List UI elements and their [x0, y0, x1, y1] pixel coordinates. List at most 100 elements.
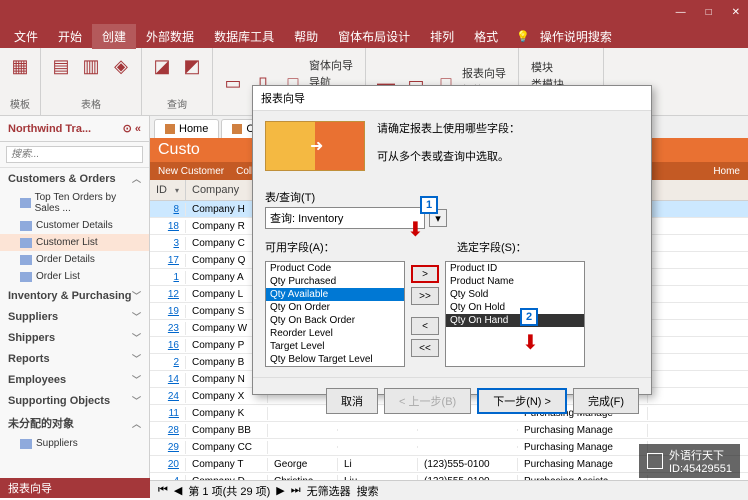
- ribbon-group-templates: 模板: [10, 96, 30, 113]
- table-query-select[interactable]: 查询: Inventory: [265, 207, 425, 229]
- menu-create[interactable]: 创建: [92, 24, 136, 49]
- menu-dbtools[interactable]: 数据库工具: [204, 24, 284, 49]
- col-id[interactable]: ID▾: [150, 180, 186, 200]
- record-prev-icon[interactable]: ◀: [174, 484, 182, 497]
- nav-item[interactable]: Order List: [0, 268, 149, 285]
- form-wizard-item[interactable]: 窗体向导: [309, 57, 353, 73]
- nav-section[interactable]: 未分配的对象︿: [0, 411, 149, 435]
- nav-section[interactable]: Suppliers﹀: [0, 306, 149, 327]
- menu-arrange[interactable]: 排列: [420, 24, 464, 49]
- record-next-icon[interactable]: ▶: [276, 484, 284, 497]
- query-design-icon[interactable]: ◩: [180, 54, 204, 78]
- nav-search-input[interactable]: [6, 146, 143, 163]
- form-icon: [232, 124, 242, 134]
- record-search[interactable]: 搜索: [357, 483, 379, 499]
- field-item[interactable]: Qty On Hand: [446, 314, 584, 327]
- tab-home[interactable]: Home: [154, 119, 219, 138]
- record-last-icon[interactable]: ⏭: [291, 484, 301, 497]
- nav-collapse-icon[interactable]: ⊙ «: [123, 122, 141, 135]
- nav-item[interactable]: Customer Details: [0, 217, 149, 234]
- watermark: 外语行天下 ID:45429551: [639, 444, 740, 478]
- menu-external[interactable]: 外部数据: [136, 24, 204, 49]
- nav-title: Northwind Tra...: [8, 123, 91, 135]
- annotation-arrow-2: ⬇: [522, 330, 539, 355]
- nav-item[interactable]: Suppliers: [0, 435, 149, 452]
- ribbon-group-queries: 查询: [167, 96, 187, 113]
- app-parts-icon[interactable]: ▦: [8, 54, 32, 78]
- new-customer-button[interactable]: New Customer: [158, 166, 224, 177]
- wizard-graphic: [265, 121, 365, 171]
- annotation-marker-1: 1: [420, 196, 438, 214]
- menu-file[interactable]: 文件: [4, 24, 48, 49]
- report-wizard-dialog: 报表向导 请确定报表上使用哪些字段： 可从多个表或查询中选取。 表/查询(T) …: [252, 85, 652, 395]
- form-icon[interactable]: ▭: [221, 72, 245, 96]
- field-item[interactable]: Qty On Back Order: [266, 314, 404, 327]
- menu-formdesign[interactable]: 窗体布局设计: [328, 24, 420, 49]
- nav-section[interactable]: Employees﹀: [0, 369, 149, 390]
- wizard-title: 报表向导: [253, 86, 651, 111]
- nav-section[interactable]: Supporting Objects﹀: [0, 390, 149, 411]
- minimize-button[interactable]: —: [676, 7, 686, 18]
- available-fields-label: 可用字段(A)：: [265, 239, 411, 255]
- tell-me-search[interactable]: 操作说明搜索: [530, 24, 622, 49]
- selected-fields-label: 选定字段(S)：: [457, 239, 527, 255]
- nav-section[interactable]: Reports﹀: [0, 348, 149, 369]
- nav-section[interactable]: Shippers﹀: [0, 327, 149, 348]
- finish-button[interactable]: 完成(F): [573, 388, 639, 414]
- nav-item[interactable]: Customer List: [0, 234, 149, 251]
- field-item[interactable]: Product Name: [446, 275, 584, 288]
- query-wizard-icon[interactable]: ◪: [150, 54, 174, 78]
- field-item[interactable]: Product Code: [266, 262, 404, 275]
- add-field-button[interactable]: >: [411, 265, 439, 283]
- field-item[interactable]: Qty Below Target Level: [266, 353, 404, 366]
- module-item[interactable]: 模块: [531, 59, 591, 75]
- back-button[interactable]: < 上一步(B): [384, 388, 471, 414]
- table-row[interactable]: 28Company BBPurchasing Manage: [150, 422, 748, 439]
- selected-fields-list[interactable]: Product IDProduct NameQty SoldQty On Hol…: [445, 261, 585, 367]
- field-item[interactable]: Product ID: [446, 262, 584, 275]
- field-item[interactable]: Qty Purchased: [266, 275, 404, 288]
- available-fields-list[interactable]: Product CodeQty PurchasedQty AvailableQt…: [265, 261, 405, 367]
- wizard-instruction-2: 可从多个表或查询中选取。: [377, 149, 639, 167]
- navigation-pane: Northwind Tra... ⊙ « Customers & Orders︿T…: [0, 116, 150, 478]
- menu-home[interactable]: 开始: [48, 24, 92, 49]
- field-item[interactable]: Qty Sold: [446, 288, 584, 301]
- no-filter-label: 无筛选器: [307, 483, 351, 499]
- field-item[interactable]: Qty On Order: [266, 301, 404, 314]
- next-button[interactable]: 下一步(N) >: [477, 388, 567, 414]
- ribbon-group-tables: 表格: [81, 96, 101, 113]
- form-title: Custo: [158, 141, 200, 159]
- nav-item[interactable]: Order Details: [0, 251, 149, 268]
- field-item[interactable]: Qty On Hold: [446, 301, 584, 314]
- remove-field-button[interactable]: <: [411, 317, 439, 335]
- menu-format[interactable]: 格式: [464, 24, 508, 49]
- add-all-button[interactable]: >>: [411, 287, 439, 305]
- wizard-instruction-1: 请确定报表上使用哪些字段：: [377, 121, 639, 139]
- table-icon[interactable]: ▤: [49, 54, 73, 78]
- menubar: 文件 开始 创建 外部数据 数据库工具 帮助 窗体布局设计 排列 格式 💡 操作…: [0, 24, 748, 48]
- maximize-button[interactable]: □: [706, 7, 712, 18]
- table-design-icon[interactable]: ▥: [79, 54, 103, 78]
- close-button[interactable]: ✕: [732, 7, 740, 18]
- field-item[interactable]: Target Level: [266, 340, 404, 353]
- report-wizard-item[interactable]: 报表向导: [462, 65, 506, 81]
- record-first-icon[interactable]: ⏮: [158, 484, 168, 497]
- table-query-label: 表/查询(T): [265, 189, 639, 205]
- watermark-icon: [647, 453, 663, 469]
- remove-all-button[interactable]: <<: [411, 339, 439, 357]
- nav-section[interactable]: Customers & Orders︿: [0, 168, 149, 189]
- status-text: 报表向导: [8, 480, 52, 496]
- cancel-button[interactable]: 取消: [326, 388, 378, 414]
- field-item[interactable]: Reorder Level: [266, 327, 404, 340]
- menu-help[interactable]: 帮助: [284, 24, 328, 49]
- nav-section[interactable]: Inventory & Purchasing﹀: [0, 285, 149, 306]
- nav-item[interactable]: Top Ten Orders by Sales ...: [0, 189, 149, 217]
- sharepoint-icon[interactable]: ◈: [109, 54, 133, 78]
- annotation-marker-2: 2: [520, 308, 538, 326]
- field-item[interactable]: Qty Available: [266, 288, 404, 301]
- record-label: 第 1 项(共 29 项): [188, 483, 270, 499]
- home-button[interactable]: Home: [713, 166, 740, 177]
- tell-me-icon: 💡: [516, 30, 530, 43]
- annotation-arrow-1: ⬇: [407, 217, 424, 242]
- home-icon: [165, 124, 175, 134]
